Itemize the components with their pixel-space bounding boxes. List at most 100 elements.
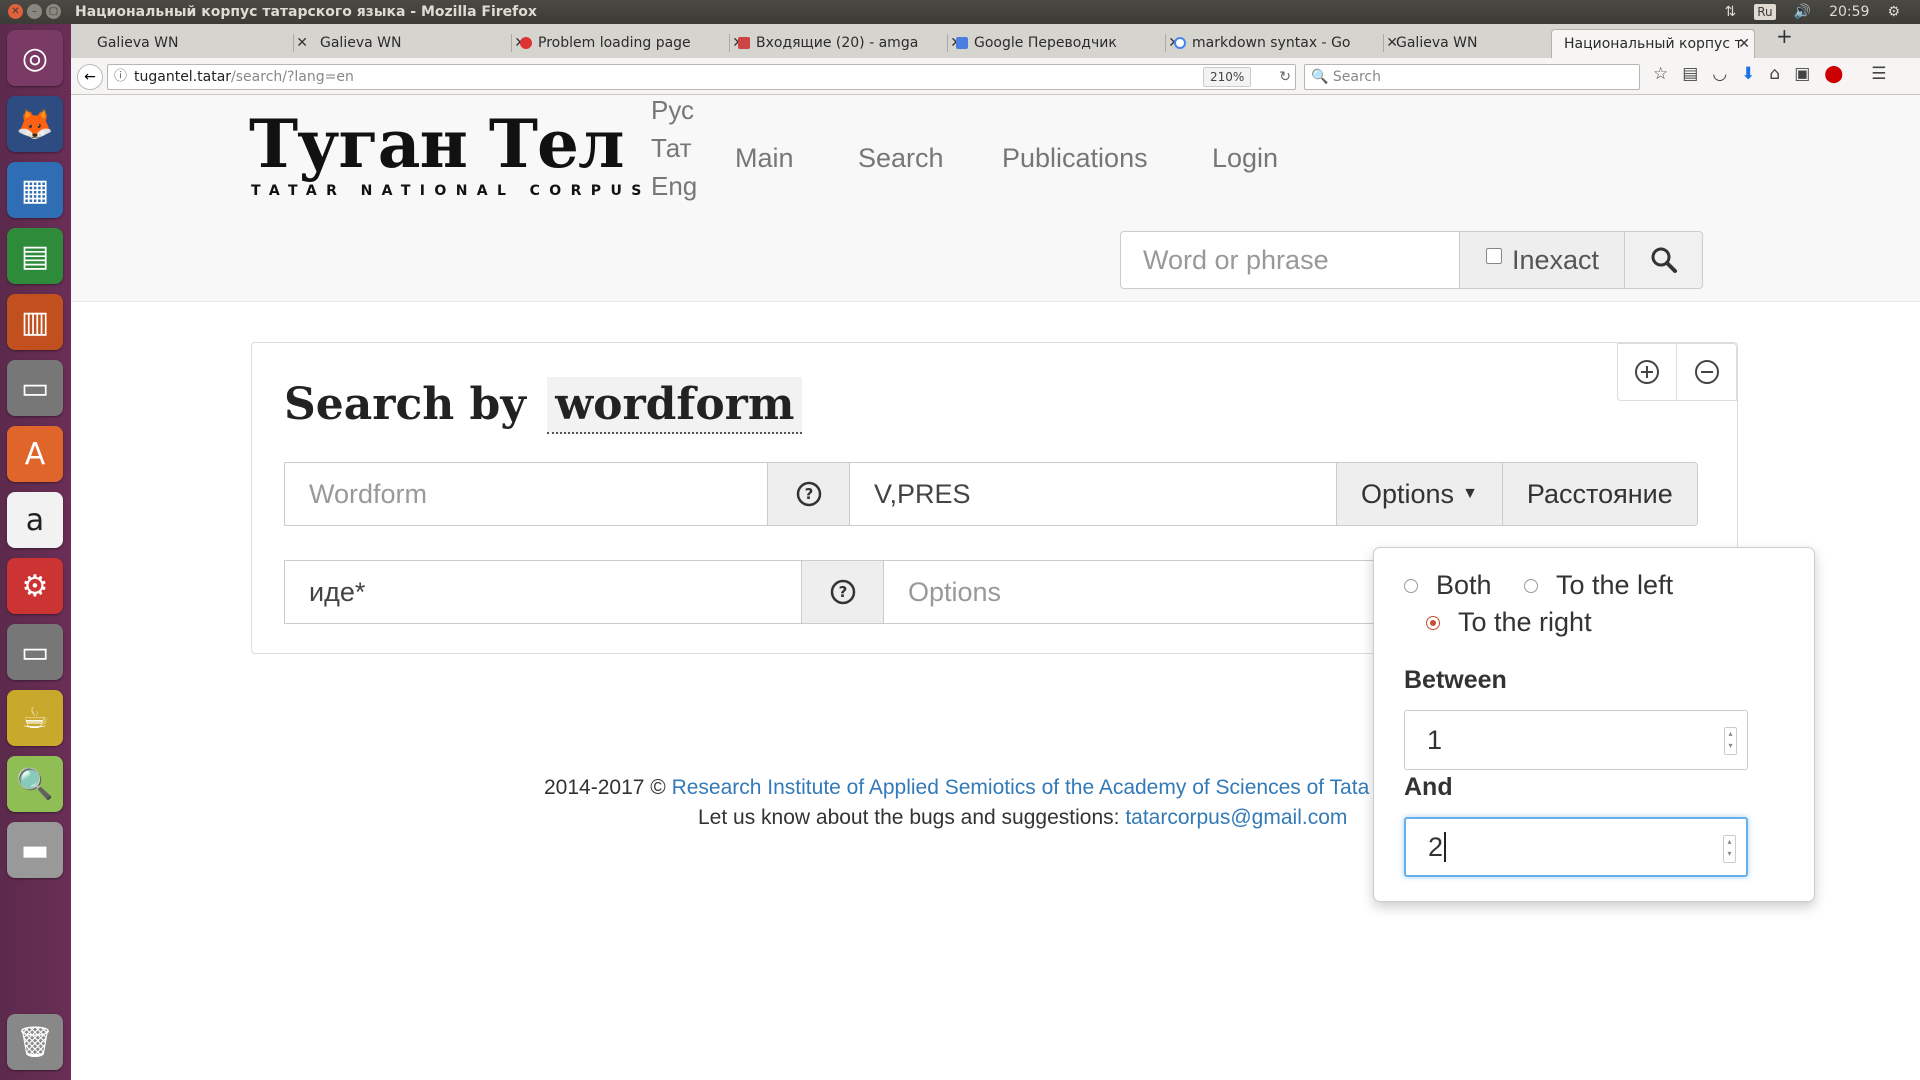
spinner-icon[interactable]: ▴ ▾ [1723, 835, 1736, 863]
radio-left[interactable]: To the left [1524, 570, 1673, 601]
radio-button[interactable] [1524, 578, 1538, 593]
grammar-tags-input-2[interactable]: Options [884, 560, 1384, 624]
settings-icon[interactable]: ⚙ [7, 558, 63, 614]
text-caret [1444, 832, 1447, 862]
search-mode-toggle[interactable]: wordform [547, 377, 803, 434]
image-viewer-icon[interactable]: ▦ [7, 162, 63, 218]
tab-label: Национальный корпус т [1564, 36, 1743, 52]
remove-row-button[interactable] [1677, 343, 1737, 401]
spreadsheet-icon[interactable]: ▤ [7, 228, 63, 284]
tab-label: Problem loading page [538, 35, 691, 51]
nav-login[interactable]: Login [1212, 143, 1278, 174]
settings-gear-icon[interactable]: ⚙ [1887, 0, 1900, 24]
distance-button[interactable]: Расстояние [1502, 462, 1698, 526]
radio-both[interactable]: Both [1404, 570, 1492, 601]
tab-label: markdown syntax - Go [1192, 35, 1351, 51]
lang-tt-link[interactable]: Тат [651, 133, 692, 164]
options-dropdown-button[interactable]: Options ▼ [1337, 462, 1503, 526]
disk-icon[interactable]: ▬ [7, 822, 63, 878]
wordform-input[interactable]: Wordform [284, 462, 768, 526]
distance-popover: Both To the left To the right Between 1 … [1373, 547, 1815, 902]
tab[interactable]: Problem loading page ✕ [514, 29, 748, 58]
search-title-prefix: Search by [284, 379, 526, 430]
footer-copyright: 2014-2017 © [544, 776, 672, 799]
between-number-input[interactable]: 1 ▴ ▾ [1404, 710, 1748, 770]
search-monitor-icon[interactable]: 🔍 [7, 756, 63, 812]
tab-separator [293, 34, 294, 52]
tab[interactable]: Galieva WN ✕ [296, 29, 530, 58]
inexact-toggle[interactable]: Inexact [1460, 231, 1625, 289]
reading-list-icon[interactable]: ▤ [1682, 64, 1698, 84]
lang-ru-link[interactable]: Рус [651, 95, 694, 126]
presentation-icon[interactable]: ▥ [7, 294, 63, 350]
logo-title[interactable]: Туган Тел [249, 105, 624, 183]
tab[interactable]: Google Переводчик ✕ [950, 29, 1184, 58]
volume-icon[interactable]: 🔊 [1794, 0, 1811, 24]
radio-button-selected[interactable] [1426, 615, 1440, 630]
files-icon-2[interactable]: ▭ [7, 624, 63, 680]
software-center-icon[interactable]: A [7, 426, 63, 482]
toolbar-icons: ☆ ▤ ◡ ⬇ ⌂ ▣ ⬤ ☰ [1653, 64, 1887, 84]
reload-icon[interactable]: ↻ [1279, 65, 1291, 89]
keyboard-layout-indicator[interactable]: Ru [1754, 4, 1776, 20]
wordform-input-2[interactable]: иде* [284, 560, 802, 624]
info-icon[interactable]: ⓘ [114, 65, 127, 89]
lang-en-link[interactable]: Eng [651, 171, 697, 202]
zoom-level-button[interactable]: 210% [1203, 67, 1252, 87]
trash-icon[interactable]: 🗑 [7, 1014, 63, 1070]
download-icon[interactable]: ⬇ [1741, 64, 1755, 84]
between-value: 1 [1427, 724, 1443, 755]
files-icon[interactable]: ▭ [7, 360, 63, 416]
youtube-icon[interactable]: ▣ [1794, 64, 1810, 84]
tab-active[interactable]: Национальный корпус т ✕ [1551, 29, 1755, 59]
gmail-icon [738, 37, 750, 49]
radio-right[interactable]: To the right [1426, 607, 1592, 638]
amazon-icon[interactable]: a [7, 492, 63, 548]
close-window-button[interactable]: ✕ [8, 4, 23, 19]
warning-icon [520, 37, 532, 49]
and-value: 2 [1428, 831, 1444, 862]
bookmark-star-icon[interactable]: ☆ [1653, 64, 1668, 84]
pocket-icon[interactable]: ◡ [1712, 64, 1727, 84]
adblock-icon[interactable]: ⬤ [1824, 64, 1843, 84]
add-row-button[interactable] [1617, 343, 1677, 401]
nav-search[interactable]: Search [858, 143, 944, 174]
footer-line-1: 2014-2017 © Research Institute of Applie… [544, 776, 1369, 800]
and-number-input[interactable]: 2 ▴ ▾ [1404, 817, 1748, 877]
new-tab-button[interactable]: + [1776, 24, 1793, 48]
firefox-icon[interactable]: 🦊 [7, 96, 63, 152]
spinner-icon[interactable]: ▴ ▾ [1724, 727, 1737, 755]
menu-icon[interactable]: ☰ [1871, 64, 1886, 84]
grammar-tags-input[interactable]: V,PRES [850, 462, 1337, 526]
word-or-phrase-input[interactable]: Word or phrase [1120, 231, 1460, 289]
tab[interactable]: markdown syntax - Go ✕ [1168, 29, 1402, 58]
tab-separator [1383, 34, 1384, 52]
url-bar[interactable]: ⓘ tugantel.tatar/search/?lang=en 210% ↻ [107, 64, 1296, 90]
nav-publications[interactable]: Publications [1002, 143, 1148, 174]
tab[interactable]: Входящие (20) - amga ✕ [732, 29, 966, 58]
back-button[interactable]: ← [77, 64, 103, 90]
close-tab-icon[interactable]: ✕ [1738, 30, 1750, 59]
ubuntu-icon[interactable]: ◎ [7, 30, 63, 86]
minimize-window-button[interactable]: – [27, 4, 42, 19]
home-icon[interactable]: ⌂ [1769, 64, 1780, 84]
wordform-help-button-2[interactable]: ? [802, 560, 884, 624]
radio-button[interactable] [1404, 578, 1418, 593]
nav-main[interactable]: Main [735, 143, 794, 174]
network-icon[interactable]: ⇅ [1725, 0, 1737, 24]
teapot-icon[interactable]: ☕ [7, 690, 63, 746]
email-link[interactable]: tatarcorpus@gmail.com [1125, 806, 1347, 829]
clock[interactable]: 20:59 [1829, 0, 1869, 24]
inexact-checkbox[interactable] [1486, 248, 1502, 264]
radio-label: To the left [1556, 570, 1674, 600]
tab[interactable]: Galieva WN ✕ [73, 29, 312, 58]
site-header: Туган Тел TATAR NATIONAL CORPUS Рус Тат … [71, 95, 1920, 302]
browser-search-bar[interactable]: 🔍 Search [1304, 64, 1640, 90]
search-icon [1651, 247, 1677, 273]
wordform-help-button[interactable]: ? [768, 462, 850, 526]
header-search-button[interactable] [1625, 231, 1703, 289]
maximize-window-button[interactable]: ▢ [46, 4, 61, 19]
institute-link[interactable]: Research Institute of Applied Semiotics … [672, 776, 1370, 799]
url-host: tugantel.tatar [134, 69, 232, 85]
tab-label: Galieva WN [97, 35, 179, 51]
